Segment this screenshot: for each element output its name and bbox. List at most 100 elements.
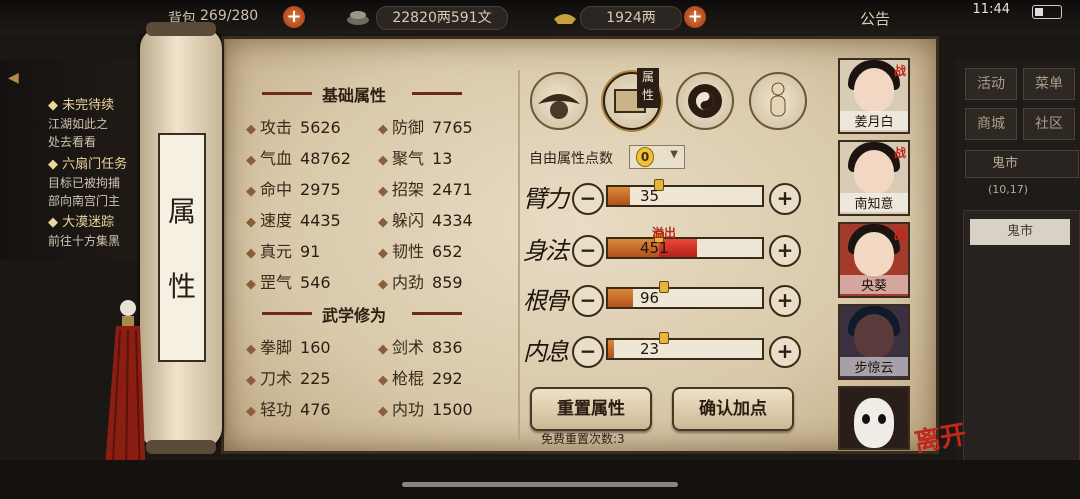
activity-button[interactable]: 活动 (965, 68, 1017, 100)
gold-ingot-icon (554, 14, 576, 24)
coin-pile-icon (347, 11, 369, 25)
stat-bar-fill (608, 289, 633, 307)
free-reset-count: 免费重置次数:3 (541, 432, 625, 446)
stat-value: 35 (640, 187, 660, 205)
battle-tag: 战 (893, 146, 906, 160)
minus-button[interactable]: − (572, 235, 604, 267)
add-gold-button[interactable]: + (684, 6, 706, 28)
ornament (262, 92, 312, 95)
quest-title[interactable]: ◆ 未完待续 (48, 94, 114, 113)
character-name: 央葵 (840, 275, 908, 294)
hat-icon[interactable] (530, 72, 588, 130)
bagua-icon[interactable] (676, 72, 734, 130)
stat-bar: 96 (606, 281, 764, 309)
battle-tag: 战 (893, 228, 906, 242)
scroll-title-label: 属 性 (158, 133, 206, 362)
attr-defense: ◆ 防御 7765 (378, 118, 473, 137)
attr-fist: ◆ 拳脚 160 (246, 338, 331, 357)
stat-value: 451 (640, 239, 669, 257)
stat-name-agility: 身法 (523, 237, 569, 265)
battle-tag: 战 (893, 64, 906, 78)
quest-desc: 部向南宫门主 (48, 194, 121, 208)
quest-desc: 处去看看 (48, 135, 97, 149)
tassel-icon (104, 300, 146, 480)
portrait (854, 232, 894, 276)
character-card[interactable] (838, 386, 910, 450)
reset-attributes-button[interactable]: 重置属性 (530, 387, 652, 431)
collapse-arrow-icon[interactable]: ◀ (8, 70, 19, 86)
money-display: 22820两591文 (376, 6, 508, 30)
character-name: 步惊云 (840, 357, 908, 376)
attr-gather-qi: ◆ 聚气 13 (378, 149, 453, 168)
add-bag-button[interactable]: + (283, 6, 305, 28)
attr-inner-force: ◆ 内劲 859 (378, 273, 463, 292)
plus-button[interactable]: + (769, 235, 801, 267)
free-points-box[interactable]: 0 ▼ (629, 145, 685, 169)
character-card[interactable]: 战 姜月白 (838, 58, 910, 134)
scroll-title-char: 属 (167, 195, 196, 228)
basic-attributes-title: 基础属性 (322, 86, 387, 105)
mask-portrait (854, 398, 894, 448)
bottom-nav (0, 460, 1080, 499)
confirm-points-button[interactable]: 确认加点 (672, 387, 794, 431)
quest-title[interactable]: ◆ 六扇门任务 (48, 153, 127, 172)
stat-name-strength: 臂力 (523, 185, 569, 213)
attr-hp: ◆ 气血 48762 (246, 149, 351, 168)
stat-value: 23 (640, 340, 660, 358)
minus-button[interactable]: − (572, 336, 604, 368)
character-card[interactable]: 步惊云 (838, 304, 910, 380)
notice-button[interactable]: 公告 (860, 8, 890, 29)
plus-button[interactable]: + (769, 183, 801, 215)
minus-button[interactable]: − (572, 183, 604, 215)
quest-panel: ◀ ◆ 未完待续 江湖如此之 处去看看 ◆ 六扇门任务 目标已被拘捕 部向南宫门… (0, 60, 160, 260)
meridian-body-icon[interactable] (749, 72, 807, 130)
plus-button[interactable]: + (769, 336, 801, 368)
stat-name-constitution: 根骨 (523, 287, 569, 315)
stat-value: 96 (640, 289, 660, 307)
scroll-cap (146, 22, 216, 36)
ornament (262, 312, 312, 315)
location-name: 鬼市 (992, 156, 1019, 171)
character-card[interactable]: 战 南知意 (838, 140, 910, 216)
stat-marker-icon (658, 281, 669, 293)
minus-button[interactable]: − (572, 285, 604, 317)
market-entry[interactable]: 鬼市 (970, 219, 1070, 245)
mask-eye (862, 414, 870, 424)
stat-bar: 451 (606, 231, 764, 259)
attr-attack: ◆ 攻击 5626 (246, 118, 341, 137)
ornament (412, 312, 462, 315)
attribute-tab-flag: 属性 (637, 68, 659, 108)
community-button[interactable]: 社区 (1023, 108, 1075, 140)
attr-lightness: ◆ 轻功 476 (246, 400, 331, 419)
martial-title: 武学修为 (322, 306, 387, 325)
menu-button[interactable]: 菜单 (1023, 68, 1075, 100)
attr-gang-qi: ◆ 罡气 546 (246, 273, 331, 292)
portrait (854, 68, 894, 112)
stat-bar: 23 (606, 332, 764, 360)
battery-icon (1032, 5, 1062, 19)
free-points-label: 自由属性点数 (529, 151, 613, 167)
ornament (412, 92, 462, 95)
character-card-selected[interactable]: 战 央葵 (838, 222, 910, 298)
mask-eye (878, 414, 886, 424)
stat-name-breath: 内息 (523, 338, 569, 366)
scroll-cap (146, 440, 216, 454)
quest-desc: 前往十方集黑 (48, 234, 121, 248)
shop-button[interactable]: 商城 (965, 108, 1017, 140)
gold-display: 1924两 (580, 6, 682, 30)
column-divider (518, 70, 520, 440)
plus-button[interactable]: + (769, 285, 801, 317)
attr-inner-skill: ◆ 内功 1500 (378, 400, 473, 419)
attr-blade: ◆ 刀术 225 (246, 369, 331, 388)
quest-title[interactable]: ◆ 大漠迷踪 (48, 211, 114, 230)
location-bar[interactable]: 鬼市 (10,17) (965, 150, 1079, 196)
attr-true-energy: ◆ 真元 91 (246, 242, 321, 261)
attr-parry: ◆ 招架 2471 (378, 180, 473, 199)
character-name: 南知意 (840, 193, 908, 212)
map-panel: 鬼市 (963, 210, 1080, 462)
portrait (854, 150, 894, 194)
attr-tenacity: ◆ 韧性 652 (378, 242, 463, 261)
chevron-down-icon: ▼ (670, 149, 678, 160)
stat-bar-fill (608, 340, 615, 358)
attr-sword: ◆ 剑术 836 (378, 338, 463, 357)
